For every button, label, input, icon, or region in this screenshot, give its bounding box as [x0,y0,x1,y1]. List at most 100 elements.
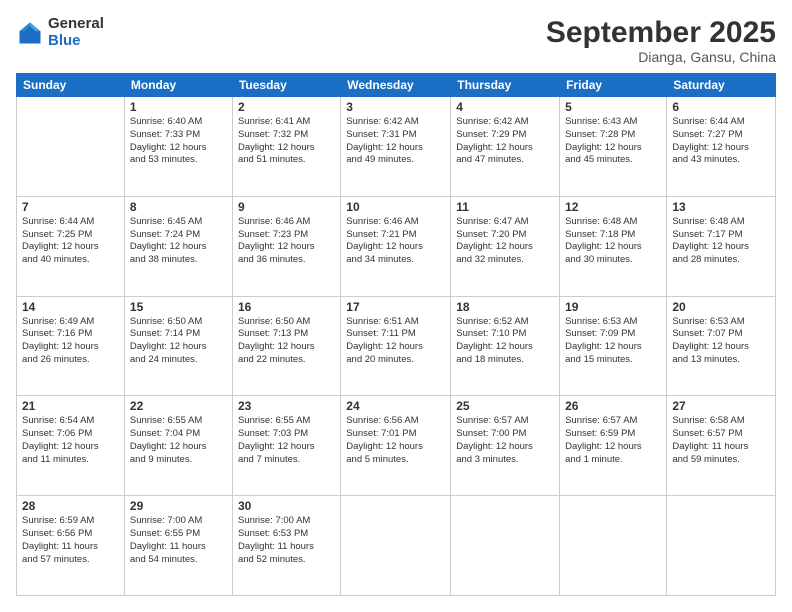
table-cell: 12 Sunrise: 6:48 AM Sunset: 7:18 PM Dayli… [560,196,667,296]
table-cell [667,496,776,596]
day-info: Sunrise: 6:59 AM Sunset: 6:56 PM Dayligh… [22,515,119,566]
location: Dianga, Gansu, China [546,49,776,65]
header-wednesday: Wednesday [341,74,451,97]
logo: General Blue [16,16,104,49]
day-number: 29 [130,499,227,513]
day-number: 28 [22,499,119,513]
day-number: 3 [346,100,445,114]
day-info: Sunrise: 7:00 AM Sunset: 6:55 PM Dayligh… [130,515,227,566]
header-saturday: Saturday [667,74,776,97]
week-row-1: 1 Sunrise: 6:40 AM Sunset: 7:33 PM Daylig… [17,97,776,197]
table-cell: 7Sunrise: 6:44 AM Sunset: 7:25 PM Daylig… [17,196,125,296]
day-number: 1 [130,100,227,114]
day-info: Sunrise: 6:41 AM Sunset: 7:32 PM Dayligh… [238,116,335,167]
day-number: 9 [238,200,335,214]
day-info: Sunrise: 6:48 AM Sunset: 7:17 PM Dayligh… [672,216,770,267]
day-number: 18 [456,300,554,314]
header: General Blue September 2025 Dianga, Gans… [16,16,776,65]
table-cell: 3 Sunrise: 6:42 AM Sunset: 7:31 PM Daylig… [341,97,451,197]
day-info: Sunrise: 6:46 AM Sunset: 7:21 PM Dayligh… [346,216,445,267]
day-info: Sunrise: 6:40 AM Sunset: 7:33 PM Dayligh… [130,116,227,167]
day-number: 14 [22,300,119,314]
table-cell: 19 Sunrise: 6:53 AM Sunset: 7:09 PM Dayli… [560,296,667,396]
day-info: Sunrise: 6:55 AM Sunset: 7:03 PM Dayligh… [238,415,335,466]
table-cell: 8Sunrise: 6:45 AM Sunset: 7:24 PM Daylig… [124,196,232,296]
title-block: September 2025 Dianga, Gansu, China [546,16,776,65]
day-info: Sunrise: 6:56 AM Sunset: 7:01 PM Dayligh… [346,415,445,466]
table-cell: 2 Sunrise: 6:41 AM Sunset: 7:32 PM Daylig… [232,97,340,197]
month-title: September 2025 [546,16,776,49]
weekday-header-row: Sunday Monday Tuesday Wednesday Thursday… [17,74,776,97]
day-number: 10 [346,200,445,214]
table-cell [451,496,560,596]
table-cell: 30 Sunrise: 7:00 AM Sunset: 6:53 PM Dayli… [232,496,340,596]
week-row-3: 14 Sunrise: 6:49 AM Sunset: 7:16 PM Dayli… [17,296,776,396]
day-info: Sunrise: 6:48 AM Sunset: 7:18 PM Dayligh… [565,216,661,267]
day-number: 5 [565,100,661,114]
day-number: 26 [565,399,661,413]
week-row-5: 28 Sunrise: 6:59 AM Sunset: 6:56 PM Dayli… [17,496,776,596]
table-cell: 16 Sunrise: 6:50 AM Sunset: 7:13 PM Dayli… [232,296,340,396]
calendar-table: Sunday Monday Tuesday Wednesday Thursday… [16,73,776,596]
day-info: Sunrise: 7:00 AM Sunset: 6:53 PM Dayligh… [238,515,335,566]
day-info: Sunrise: 6:51 AM Sunset: 7:11 PM Dayligh… [346,316,445,367]
day-info: Sunrise: 6:49 AM Sunset: 7:16 PM Dayligh… [22,316,119,367]
day-number: 2 [238,100,335,114]
logo-text: General Blue [48,16,104,49]
day-number: 17 [346,300,445,314]
day-info: Sunrise: 6:58 AM Sunset: 6:57 PM Dayligh… [672,415,770,466]
day-number: 27 [672,399,770,413]
day-info: Sunrise: 6:57 AM Sunset: 6:59 PM Dayligh… [565,415,661,466]
week-row-2: 7Sunrise: 6:44 AM Sunset: 7:25 PM Daylig… [17,196,776,296]
day-number: 15 [130,300,227,314]
logo-blue-text: Blue [48,33,104,50]
table-cell: 1 Sunrise: 6:40 AM Sunset: 7:33 PM Daylig… [124,97,232,197]
table-cell: 28 Sunrise: 6:59 AM Sunset: 6:56 PM Dayli… [17,496,125,596]
table-cell: 25Sunrise: 6:57 AM Sunset: 7:00 PM Dayli… [451,396,560,496]
table-cell: 15 Sunrise: 6:50 AM Sunset: 7:14 PM Dayli… [124,296,232,396]
day-info: Sunrise: 6:42 AM Sunset: 7:31 PM Dayligh… [346,116,445,167]
day-number: 30 [238,499,335,513]
day-info: Sunrise: 6:53 AM Sunset: 7:09 PM Dayligh… [565,316,661,367]
header-friday: Friday [560,74,667,97]
day-number: 11 [456,200,554,214]
table-cell: 18 Sunrise: 6:52 AM Sunset: 7:10 PM Dayli… [451,296,560,396]
day-number: 7 [22,200,119,214]
day-number: 13 [672,200,770,214]
week-row-4: 21 Sunrise: 6:54 AM Sunset: 7:06 PM Dayli… [17,396,776,496]
table-cell: 22 Sunrise: 6:55 AM Sunset: 7:04 PM Dayli… [124,396,232,496]
day-number: 8 [130,200,227,214]
day-info: Sunrise: 6:53 AM Sunset: 7:07 PM Dayligh… [672,316,770,367]
day-info: Sunrise: 6:54 AM Sunset: 7:06 PM Dayligh… [22,415,119,466]
day-info: Sunrise: 6:52 AM Sunset: 7:10 PM Dayligh… [456,316,554,367]
day-number: 12 [565,200,661,214]
table-cell: 26 Sunrise: 6:57 AM Sunset: 6:59 PM Dayli… [560,396,667,496]
day-number: 19 [565,300,661,314]
day-number: 22 [130,399,227,413]
day-info: Sunrise: 6:42 AM Sunset: 7:29 PM Dayligh… [456,116,554,167]
day-number: 24 [346,399,445,413]
table-cell: 24 Sunrise: 6:56 AM Sunset: 7:01 PM Dayli… [341,396,451,496]
day-info: Sunrise: 6:47 AM Sunset: 7:20 PM Dayligh… [456,216,554,267]
logo-icon [16,19,44,47]
table-cell: 5 Sunrise: 6:43 AM Sunset: 7:28 PM Daylig… [560,97,667,197]
day-number: 6 [672,100,770,114]
day-info: Sunrise: 6:46 AM Sunset: 7:23 PM Dayligh… [238,216,335,267]
header-thursday: Thursday [451,74,560,97]
day-number: 20 [672,300,770,314]
day-info: Sunrise: 6:50 AM Sunset: 7:14 PM Dayligh… [130,316,227,367]
day-number: 25 [456,399,554,413]
table-cell [560,496,667,596]
day-number: 16 [238,300,335,314]
day-info: Sunrise: 6:43 AM Sunset: 7:28 PM Dayligh… [565,116,661,167]
table-cell: 29 Sunrise: 7:00 AM Sunset: 6:55 PM Dayli… [124,496,232,596]
day-info: Sunrise: 6:50 AM Sunset: 7:13 PM Dayligh… [238,316,335,367]
table-cell: 21 Sunrise: 6:54 AM Sunset: 7:06 PM Dayli… [17,396,125,496]
day-info: Sunrise: 6:55 AM Sunset: 7:04 PM Dayligh… [130,415,227,466]
day-number: 21 [22,399,119,413]
table-cell: 6Sunrise: 6:44 AM Sunset: 7:27 PM Daylig… [667,97,776,197]
table-cell: 11 Sunrise: 6:47 AM Sunset: 7:20 PM Dayli… [451,196,560,296]
table-cell [341,496,451,596]
header-sunday: Sunday [17,74,125,97]
table-cell [17,97,125,197]
